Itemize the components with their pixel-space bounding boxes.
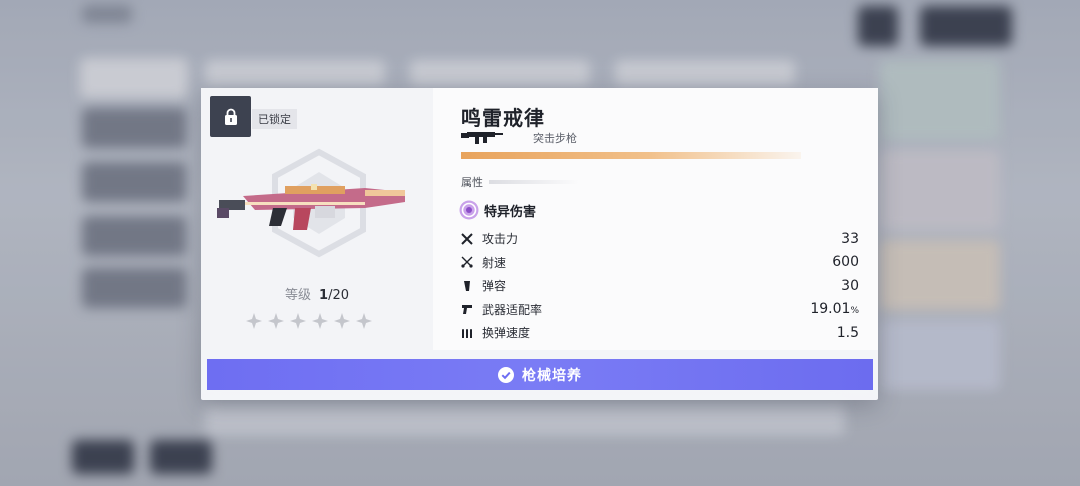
- stat-name: 换弹速度: [482, 326, 531, 341]
- stat-row: 换弹速度 1.5: [461, 321, 859, 345]
- damage-type: 特异伤害: [459, 200, 536, 220]
- stat-name: 攻击力: [482, 232, 519, 247]
- anomaly-damage-icon: [459, 200, 479, 220]
- weapon-training-button[interactable]: 枪械培养: [207, 359, 873, 390]
- pistol-icon: [462, 305, 472, 315]
- stat-row: 攻击力 33: [461, 227, 859, 251]
- stat-name: 射速: [482, 255, 507, 270]
- stat-name: 弹容: [482, 279, 507, 294]
- upgrade-star-icon: [356, 313, 372, 329]
- level-max: /20: [328, 288, 349, 303]
- weapon-name: 鸣雷戒律: [461, 106, 545, 130]
- check-circle-icon: [498, 366, 514, 383]
- crossed-swords-icon: [461, 233, 473, 245]
- lock-icon: [224, 108, 237, 125]
- upgrade-star-icon: [334, 313, 350, 329]
- section-divider: [489, 180, 579, 184]
- crossed-blades-icon: [461, 256, 473, 268]
- weapon-training-label: 枪械培养: [522, 367, 582, 384]
- stat-value: 30: [841, 277, 859, 294]
- bullets-icon: [462, 328, 472, 338]
- upgrade-star-icon: [290, 313, 306, 329]
- weapon-type: 突击步枪: [533, 132, 577, 145]
- weapon-info-panel: 鸣雷戒律 突击步枪 属性 特异伤害 攻击力 33 射速 600 弹容 30 武器…: [433, 88, 878, 350]
- assault-rifle-icon: [461, 132, 503, 144]
- stats-list: 攻击力 33 射速 600 弹容 30 武器适配率 19.01% 换弹速度 1.…: [461, 227, 859, 345]
- weapon-level: 等级 1/20: [201, 284, 433, 303]
- stat-value: 33: [841, 230, 859, 247]
- stat-value-number: 19.01: [810, 301, 851, 318]
- stat-row: 武器适配率 19.01%: [461, 298, 859, 322]
- level-label: 等级: [285, 288, 312, 303]
- weapon-model-image: [217, 184, 405, 230]
- lock-toggle-button[interactable]: [210, 96, 251, 137]
- lock-status-label: 已锁定: [252, 109, 297, 129]
- upgrade-stars: [245, 312, 373, 330]
- upgrade-star-icon: [268, 313, 284, 329]
- stat-value: 600: [832, 254, 859, 271]
- damage-type-label: 特异伤害: [484, 204, 537, 220]
- upgrade-star-icon: [312, 313, 328, 329]
- attributes-heading: 属性: [461, 176, 483, 189]
- stat-value: 1.5: [836, 324, 859, 341]
- stat-value: 19.01%: [810, 301, 859, 317]
- upgrade-star-icon: [246, 313, 262, 329]
- stat-row: 弹容 30: [461, 274, 859, 298]
- stat-row: 射速 600: [461, 251, 859, 275]
- magazine-icon: [464, 280, 470, 291]
- level-current: 1: [319, 288, 329, 303]
- weapon-detail-panel: 已锁定 等级 1/20 鸣雷戒律 突击步枪 属性 特异伤害 攻击力 33 射速 …: [201, 88, 878, 400]
- rarity-bar: [461, 152, 801, 159]
- stat-value-unit: %: [850, 306, 859, 317]
- stat-name: 武器适配率: [482, 302, 543, 317]
- weapon-preview-panel: 已锁定 等级 1/20: [201, 88, 433, 350]
